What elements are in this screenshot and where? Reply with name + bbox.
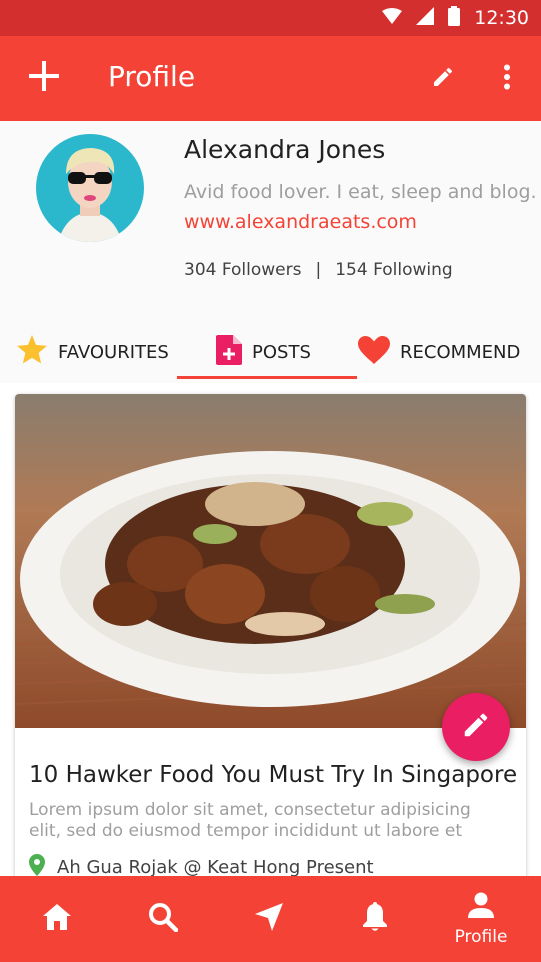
more-vert-icon [503,64,511,95]
stats-separator: | [315,260,322,280]
tab-recommend[interactable]: RECOMMEND [358,329,520,375]
post-add-icon [216,334,242,370]
following-count[interactable]: 154 Following [335,260,452,280]
signal-icon [416,6,435,30]
more-options-button[interactable] [490,60,524,98]
profile-header: Alexandra Jones Avid food lover. I eat, … [0,121,541,321]
wifi-icon [382,7,403,29]
nav-explore[interactable] [234,876,304,962]
food-plate-image [15,394,526,728]
add-button[interactable] [22,56,66,100]
add-icon [29,60,59,96]
post-card[interactable]: 10 Hawker Food You Must Try In Singapore… [15,394,526,954]
nav-notifications[interactable] [340,876,410,962]
nav-search[interactable] [128,876,198,962]
battery-icon [448,5,461,31]
notifications-icon [362,901,388,937]
nav-profile[interactable]: Profile [446,876,516,962]
location-label: Ah Gua Rojak @ Keat Hong Present [57,857,374,878]
navigation-icon [255,902,283,936]
post-title: 10 Hawker Food You Must Try In Singapore [29,762,518,788]
nav-home[interactable] [22,876,92,962]
tab-label: FAVOURITES [58,341,169,363]
bottom-navigation: Profile [0,876,541,962]
heart-icon [358,335,390,369]
profile-bio: Avid food lover. I eat, sleep and blog. [184,181,537,203]
tab-favourites[interactable]: FAVOURITES [16,329,169,375]
status-icons: 12:30 [382,0,529,36]
profile-stats: 304 Followers | 154 Following [184,260,453,280]
profile-tabs: FAVOURITES POSTS RECOMMEND [0,321,541,383]
status-bar: 12:30 [0,0,541,36]
compose-fab[interactable] [442,693,510,761]
edit-icon [431,65,455,94]
tab-label: RECOMMEND [400,341,521,363]
profile-name: Alexandra Jones [184,135,386,164]
avatar [36,134,144,242]
active-tab-indicator [177,376,357,379]
edit-icon [461,710,491,745]
star-icon [16,334,48,370]
search-icon [148,902,179,937]
tab-posts[interactable]: POSTS [216,329,311,375]
profile-website-link[interactable]: www.alexandraeats.com [184,211,417,233]
post-description: Lorem ipsum dolor sit amet, consectetur … [29,800,471,841]
status-time: 12:30 [474,7,529,29]
tab-label: POSTS [252,341,311,363]
followers-count[interactable]: 304 Followers [184,260,301,280]
page-title: Profile [108,60,196,93]
app-bar: Profile [0,36,541,121]
person-icon [468,892,494,923]
edit-profile-button[interactable] [424,60,462,98]
home-icon [43,903,71,935]
nav-profile-label: Profile [454,926,508,947]
